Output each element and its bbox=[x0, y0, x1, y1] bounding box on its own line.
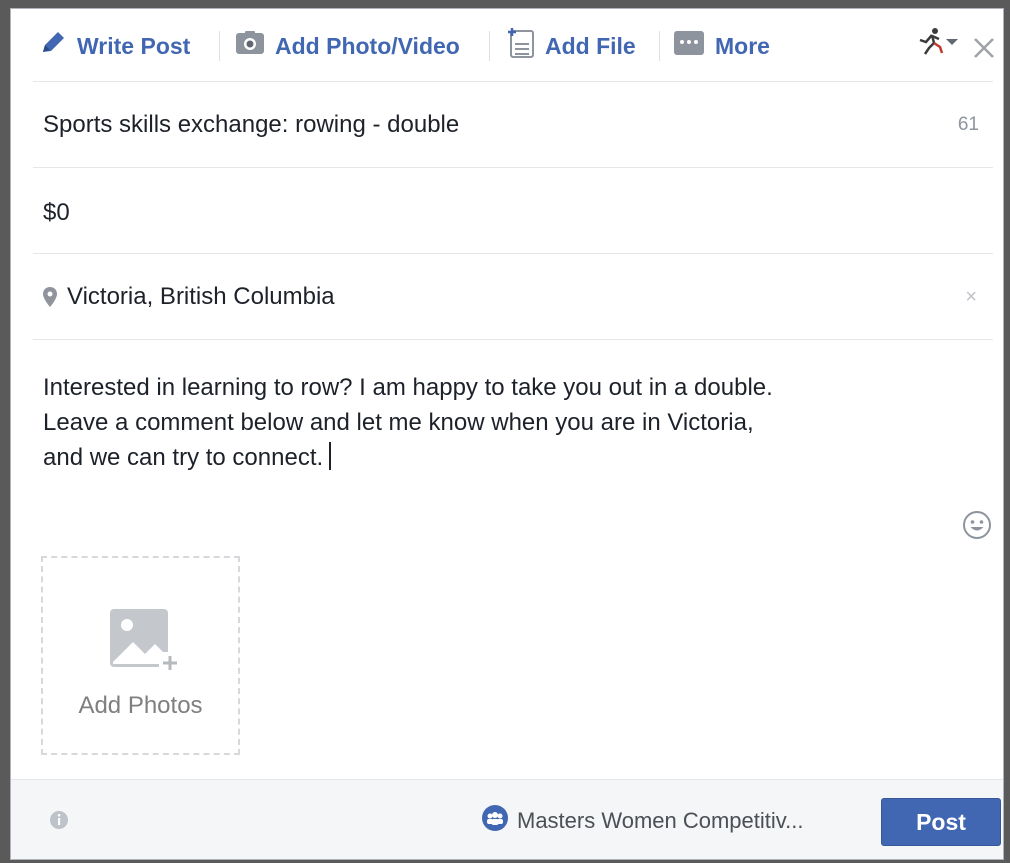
location-clear-button[interactable]: × bbox=[965, 286, 977, 309]
description-textarea[interactable]: Interested in learning to row? I am happ… bbox=[43, 370, 943, 475]
add-photos-label: Add Photos bbox=[78, 692, 203, 719]
toolbar-divider bbox=[659, 31, 660, 61]
add-photo-icon bbox=[109, 608, 181, 683]
title-char-counter: 61 bbox=[957, 114, 979, 135]
toolbar-divider bbox=[219, 31, 220, 61]
divider bbox=[33, 339, 993, 340]
item-title-input: Sports skills exchange: rowing - double bbox=[43, 111, 460, 138]
toolbar-divider bbox=[489, 31, 490, 61]
divider bbox=[33, 81, 993, 82]
add-file-tab[interactable]: Add File bbox=[507, 27, 636, 65]
audience-selector[interactable]: Masters Women Competitiv... bbox=[481, 804, 804, 838]
post-button-label: Post bbox=[916, 808, 966, 835]
sell-post-dialog: Write Post Add Photo/Video Add File More… bbox=[10, 8, 1004, 860]
pencil-icon bbox=[39, 30, 67, 62]
location-field[interactable]: Victoria, British Columbia × bbox=[33, 277, 993, 317]
activity-selector[interactable] bbox=[915, 27, 969, 59]
more-label: More bbox=[715, 32, 770, 59]
dropdown-arrow-icon bbox=[945, 34, 959, 52]
price-field[interactable]: $0 bbox=[33, 193, 993, 233]
composer-toolbar: Write Post Add Photo/Video Add File More bbox=[11, 9, 1003, 85]
audience-label: Masters Women Competitiv... bbox=[517, 808, 804, 833]
item-title-field[interactable]: Sports skills exchange: rowing - double … bbox=[33, 105, 993, 145]
write-post-label: Write Post bbox=[77, 32, 191, 59]
price-input: $0 bbox=[43, 199, 70, 226]
runner-icon bbox=[915, 26, 945, 61]
group-icon bbox=[481, 804, 509, 838]
divider bbox=[33, 167, 993, 168]
info-icon[interactable] bbox=[49, 810, 69, 830]
more-tab[interactable]: More bbox=[673, 29, 770, 63]
composer-footer: Masters Women Competitiv... Post bbox=[11, 779, 1003, 859]
more-icon bbox=[673, 30, 705, 62]
description-line: Interested in learning to row? I am happ… bbox=[43, 374, 773, 401]
location-pin-icon bbox=[33, 287, 57, 307]
description-line: and we can try to connect. bbox=[43, 444, 324, 471]
divider bbox=[33, 253, 993, 254]
emoji-icon[interactable] bbox=[961, 509, 993, 541]
add-photo-video-tab[interactable]: Add Photo/Video bbox=[235, 29, 460, 63]
add-photos-button[interactable]: Add Photos bbox=[41, 556, 240, 755]
add-photo-video-label: Add Photo/Video bbox=[275, 32, 460, 59]
camera-icon bbox=[235, 30, 265, 62]
close-icon[interactable] bbox=[969, 33, 999, 63]
file-icon bbox=[507, 27, 535, 65]
location-input: Victoria, British Columbia bbox=[67, 283, 335, 310]
add-file-label: Add File bbox=[545, 32, 636, 59]
text-caret bbox=[329, 442, 332, 470]
post-button[interactable]: Post bbox=[881, 798, 1001, 846]
write-post-tab[interactable]: Write Post bbox=[39, 29, 190, 63]
description-line: Leave a comment below and let me know wh… bbox=[43, 409, 754, 436]
